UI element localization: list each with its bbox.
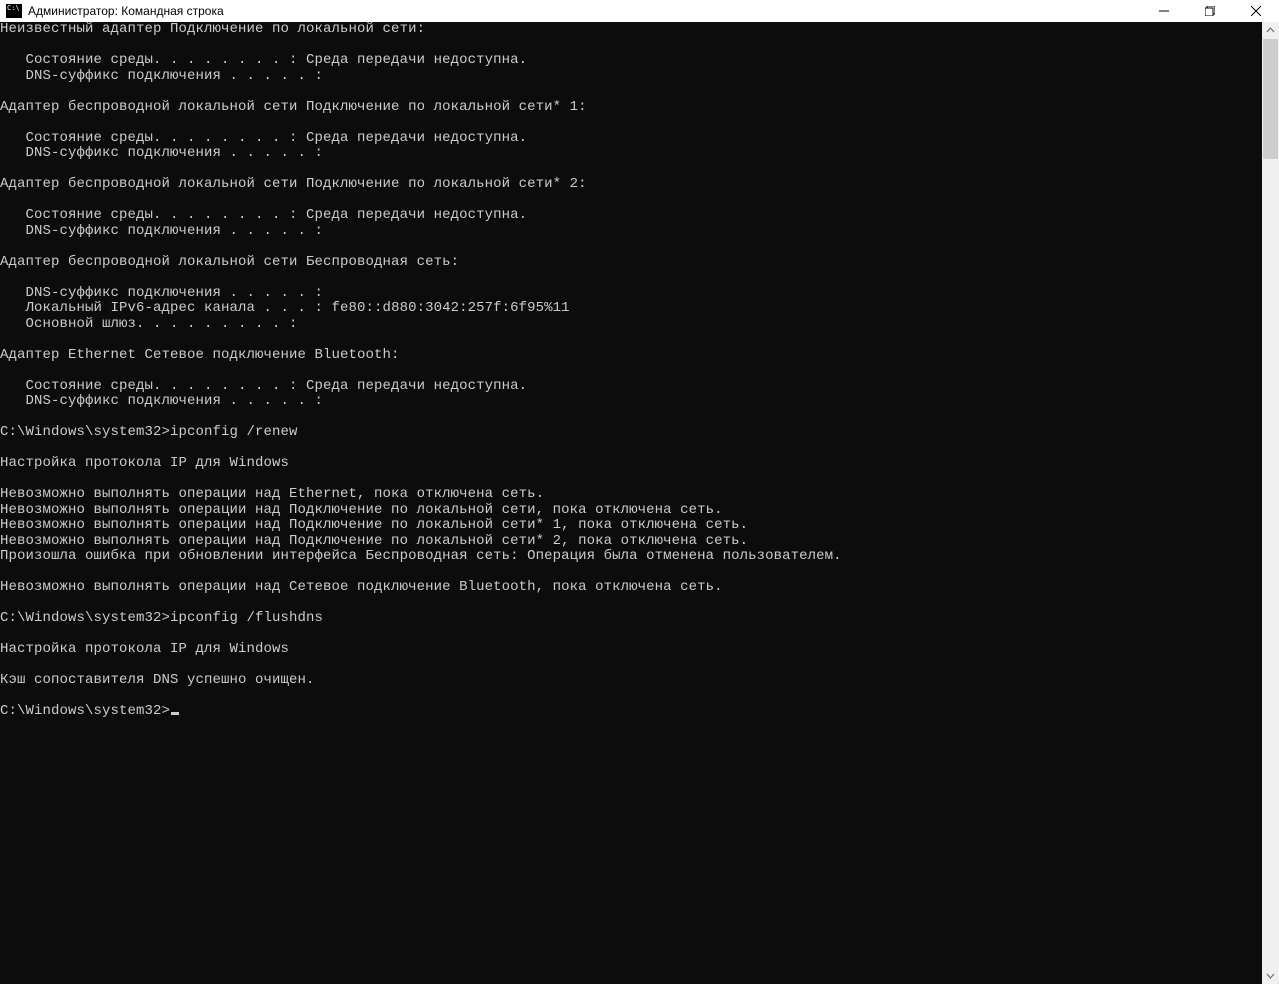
command-prompt-window: Администратор: Командная строка Неизвест… <box>0 0 1279 984</box>
titlebar[interactable]: Администратор: Командная строка <box>0 0 1279 22</box>
minimize-icon <box>1159 6 1169 16</box>
cmd-app-icon <box>6 4 22 18</box>
terminal-output[interactable]: Неизвестный адаптер Подключение по локал… <box>0 22 1262 984</box>
text-cursor <box>171 712 179 715</box>
maximize-button[interactable] <box>1187 0 1233 22</box>
maximize-restore-icon <box>1205 6 1215 16</box>
chevron-down-icon <box>1266 971 1275 980</box>
client-area: Неизвестный адаптер Подключение по локал… <box>0 22 1279 984</box>
chevron-up-icon <box>1266 26 1275 35</box>
close-icon <box>1251 6 1261 16</box>
scrollbar-up-button[interactable] <box>1262 22 1279 39</box>
close-button[interactable] <box>1233 0 1279 22</box>
scrollbar-track[interactable] <box>1262 39 1279 967</box>
window-title: Администратор: Командная строка <box>28 0 224 22</box>
scrollbar-thumb[interactable] <box>1263 39 1278 159</box>
vertical-scrollbar[interactable] <box>1262 22 1279 984</box>
scrollbar-down-button[interactable] <box>1262 967 1279 984</box>
minimize-button[interactable] <box>1141 0 1187 22</box>
